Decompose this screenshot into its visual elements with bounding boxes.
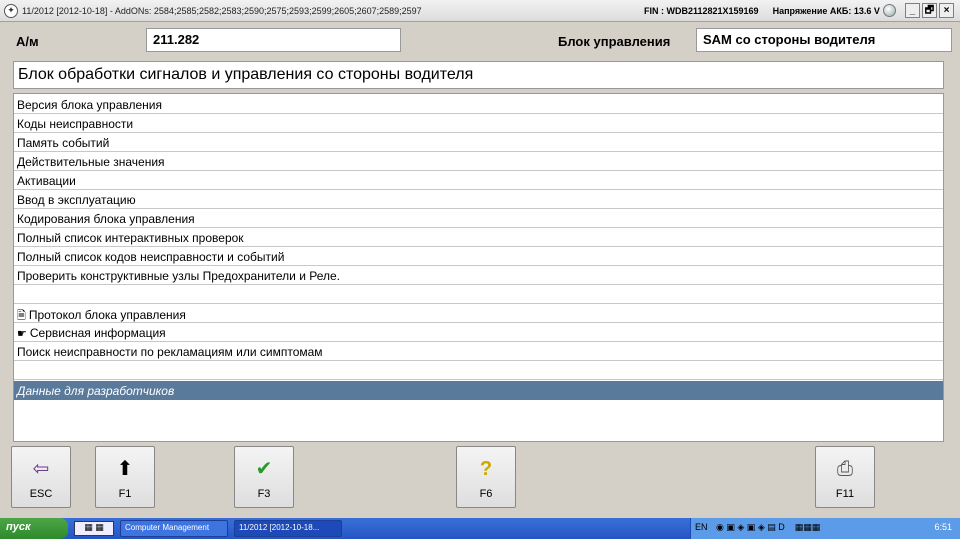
menu-item-label: Сервисная информация — [29, 326, 166, 340]
pointing-hand-icon: ☛ — [17, 328, 27, 340]
minimize-button[interactable]: _ — [905, 3, 920, 18]
window-title: 11/2012 [2012-10-18] - AddONs: 2584;2585… — [22, 5, 422, 16]
menu-item-full-fault-list[interactable]: Полный список кодов неисправности и собы… — [14, 247, 943, 266]
menu-item-interactive-tests[interactable]: Полный список интерактивных проверок — [14, 228, 943, 247]
menu-item-event-memory[interactable]: Память событий — [14, 133, 943, 152]
menu-item-activations[interactable]: Активации — [14, 171, 943, 190]
taskbar-item-computer-management[interactable]: Computer Management — [120, 520, 228, 537]
tray-icons[interactable]: ◉ ▣ ◈ ▣ ◈ ▤ D ▦▦▦ — [716, 522, 820, 532]
windows-taskbar: пуск ▦ ▦ Computer Management 11/2012 [20… — [0, 518, 960, 539]
menu-item-commissioning[interactable]: Ввод в эксплуатацию — [14, 190, 943, 209]
taskbar-item-das[interactable]: 11/2012 [2012-10-18... — [234, 520, 342, 537]
clock: 6:51 — [934, 522, 952, 532]
esc-button[interactable]: ⇦ ESC — [11, 446, 71, 508]
menu-item-symptom-search[interactable]: Поиск неисправности по рекламациям или с… — [14, 342, 943, 361]
checkmark-icon: ✔ — [255, 458, 273, 480]
menu-item-ecu-version[interactable]: Версия блока управления — [14, 95, 943, 114]
vehicle-model-label: А/м — [16, 34, 39, 49]
battery-voltage-label: Напряжение АКБ: 13.6 V — [772, 5, 880, 16]
menu-item-service-info[interactable]: ☛ Сервисная информация — [14, 323, 943, 342]
vehicle-header: А/м 211.282 Блок управления SAM со сторо… — [8, 26, 952, 56]
menu-spacer — [14, 285, 943, 304]
menu-item-fault-codes[interactable]: Коды неисправности — [14, 114, 943, 133]
menu-spacer — [14, 361, 943, 380]
window-titlebar: ✦ 11/2012 [2012-10-18] - AddONs: 2584;25… — [0, 0, 960, 22]
help-question-icon: ? — [479, 458, 493, 480]
mercedes-star-icon: ✦ — [4, 3, 18, 18]
exit-door-icon: ⇦ — [32, 458, 50, 480]
language-indicator[interactable]: EN — [695, 522, 708, 532]
ecu-menu-list: Версия блока управления Коды неисправнос… — [13, 93, 944, 442]
f3-button[interactable]: ✔ F3 — [234, 446, 294, 508]
menu-item-developer-data[interactable]: Данные для разработчиков — [14, 381, 943, 400]
page-title: Блок обработки сигналов и управления со … — [13, 61, 944, 89]
arrow-up-icon: ⬆ — [116, 458, 134, 480]
f6-button[interactable]: ? F6 — [456, 446, 516, 508]
restore-button[interactable]: 🗗 — [922, 3, 937, 18]
ecu-label: Блок управления — [558, 34, 671, 49]
menu-item-ecu-coding[interactable]: Кодирования блока управления — [14, 209, 943, 228]
printer-icon: ⎙ — [837, 458, 853, 480]
close-button[interactable]: × — [939, 3, 954, 18]
f1-button[interactable]: ⬆ F1 — [95, 446, 155, 508]
menu-item-ecu-protocol[interactable]: 🗎 Протокол блока управления — [14, 304, 943, 323]
f11-button[interactable]: ⎙ F11 — [815, 446, 875, 508]
menu-item-check-fuses-relays[interactable]: Проверить конструктивные узлы Предохрани… — [14, 266, 943, 285]
vehicle-model-value: 211.282 — [146, 28, 401, 52]
fin-label: FIN : WDB2112821X159169 — [644, 5, 759, 16]
menu-item-actual-values[interactable]: Действительные значения — [14, 152, 943, 171]
start-button[interactable]: пуск — [0, 518, 68, 539]
quick-launch-icon[interactable]: ▦ ▦ — [74, 521, 114, 536]
menu-item-label: Протокол блока управления — [28, 308, 186, 322]
system-tray: EN ◉ ▣ ◈ ▣ ◈ ▤ D ▦▦▦ 6:51 — [690, 518, 960, 539]
status-indicator-icon — [882, 4, 896, 17]
ecu-value: SAM со стороны водителя — [696, 28, 952, 52]
